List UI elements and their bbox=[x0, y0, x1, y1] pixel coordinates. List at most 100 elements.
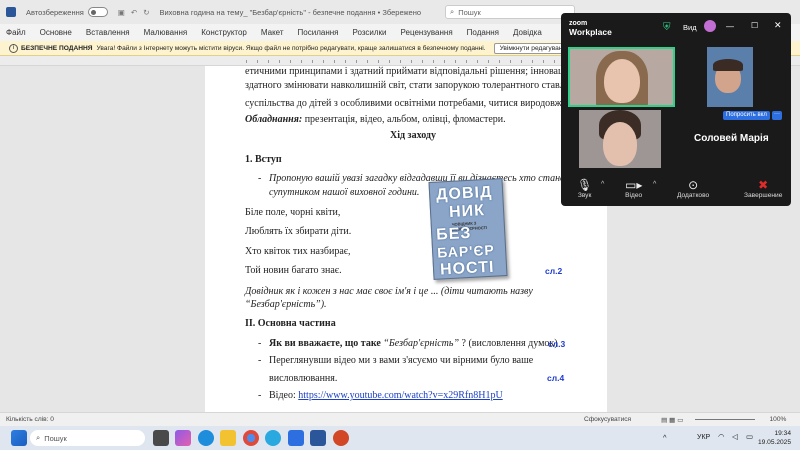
word-search-input[interactable]: ⌕ Пошук bbox=[445, 5, 575, 19]
video-tile-active[interactable] bbox=[568, 47, 675, 107]
edge-icon[interactable] bbox=[198, 430, 214, 446]
video-button[interactable]: ▭▸ Відео bbox=[625, 178, 642, 199]
taskbar: ⌕ Пошук ^ УКР ◠ ◁ ▭ 19:34 19.05.2025 bbox=[0, 426, 800, 450]
question-1-italic: “Безбар'єрність” bbox=[383, 338, 460, 349]
participant-name: Соловей Марія bbox=[694, 133, 769, 144]
video-line: Відео: https://www.youtube.com/watch?v=x… bbox=[269, 390, 503, 401]
slide-ref-4: сл.4 bbox=[547, 373, 565, 383]
telegram-icon[interactable] bbox=[265, 430, 281, 446]
riddle-intro-1: Пропоную вашій увазі загадку відгадавши … bbox=[269, 173, 565, 184]
question-1-rest: ? (висловлення думок) bbox=[461, 338, 558, 349]
wifi-icon[interactable]: ◠ bbox=[718, 432, 725, 441]
audio-button[interactable]: 🎙 Звук bbox=[577, 178, 592, 199]
bullet-dash: - bbox=[258, 390, 262, 401]
end-icon: ✖ bbox=[758, 178, 769, 192]
view-icon[interactable]: ▤ ▦ ▭ bbox=[661, 416, 683, 424]
taskbar-search-input[interactable]: ⌕ Пошук bbox=[30, 430, 145, 446]
zoom-taskbar-icon[interactable] bbox=[288, 430, 304, 446]
microphone-icon: 🎙 bbox=[577, 178, 593, 192]
menu-layout[interactable]: Макет bbox=[261, 28, 284, 37]
redo-icon[interactable]: ↻ bbox=[143, 8, 149, 17]
file-explorer-icon[interactable] bbox=[220, 430, 236, 446]
undo-icon[interactable]: ↶ bbox=[131, 8, 137, 17]
menu-design[interactable]: Конструктор bbox=[201, 28, 247, 37]
save-icon[interactable]: ▣ bbox=[118, 8, 125, 17]
protected-view-message: Увага! Файли з Інтернету можуть містити … bbox=[96, 44, 486, 52]
menu-draw[interactable]: Малювання bbox=[144, 28, 188, 37]
more-icon: ⊙ bbox=[688, 178, 699, 192]
document-page[interactable]: етичними принципами і здатний приймати в… bbox=[205, 66, 607, 412]
riddle-line-1: Біле поле, чорні квіти, bbox=[245, 207, 341, 218]
doc-line-3: суспільства до дітей з особливими освітн… bbox=[245, 98, 581, 109]
close-icon[interactable]: ✕ bbox=[774, 20, 782, 31]
riddle-intro-2: супутником нашої виховної години. bbox=[269, 187, 420, 198]
book-cover-image: ДОВІД НИК ЧОВІДНИК З БЕЗБАР'ЄРНОСТІ БЕЗ … bbox=[428, 178, 508, 280]
menu-help[interactable]: Довідка bbox=[513, 28, 542, 37]
book-title-line: НИК bbox=[448, 202, 486, 221]
slide-ref-3: сл.3 bbox=[548, 339, 566, 349]
menu-view[interactable]: Подання bbox=[467, 28, 499, 37]
chevron-up-icon[interactable]: ^ bbox=[653, 181, 656, 188]
menu-references[interactable]: Посилання bbox=[298, 28, 339, 37]
maximize-icon[interactable]: ☐ bbox=[751, 21, 758, 30]
powerpoint-taskbar-icon[interactable] bbox=[333, 430, 349, 446]
menu-insert[interactable]: Вставлення bbox=[86, 28, 130, 37]
search-placeholder: Пошук bbox=[458, 7, 481, 17]
section-main: II. Основна частина bbox=[245, 318, 336, 329]
question-2-line-2: висловлювання. bbox=[269, 373, 338, 384]
battery-icon[interactable]: ▭ bbox=[746, 432, 753, 441]
menu-file[interactable]: Файл bbox=[6, 28, 26, 37]
video-tile[interactable] bbox=[579, 110, 661, 168]
section-intro: 1. Вступ bbox=[245, 154, 282, 165]
autosave-label: Автозбереження bbox=[26, 7, 84, 17]
minimize-icon[interactable]: — bbox=[726, 22, 734, 31]
word-taskbar-icon[interactable] bbox=[310, 430, 326, 446]
equipment-text: презентація, відео, альбом, олівці, флом… bbox=[304, 114, 506, 125]
clock[interactable]: 19:34 19.05.2025 bbox=[758, 429, 791, 447]
riddle-line-4: Той новин багато знає. bbox=[245, 265, 342, 276]
right-margin-area bbox=[607, 205, 800, 412]
chevron-up-icon[interactable]: ^ bbox=[663, 433, 667, 442]
chrome-icon[interactable] bbox=[243, 430, 259, 446]
avatar[interactable] bbox=[704, 20, 716, 32]
chevron-up-icon[interactable]: ^ bbox=[601, 181, 604, 188]
task-view-icon[interactable] bbox=[153, 430, 169, 446]
more-button[interactable]: ⊙ Додатково bbox=[677, 178, 709, 199]
end-label: Завершение bbox=[744, 192, 783, 199]
search-icon: ⌕ bbox=[450, 7, 455, 16]
info-icon: i bbox=[9, 43, 18, 53]
word-app-icon bbox=[6, 7, 16, 17]
bullet-dash: - bbox=[258, 173, 262, 184]
windows-start-icon[interactable] bbox=[11, 430, 27, 446]
clock-time: 19:34 bbox=[774, 430, 792, 437]
left-margin-area bbox=[0, 66, 205, 412]
audio-label: Звук bbox=[577, 192, 592, 199]
language-indicator[interactable]: УКР bbox=[697, 434, 710, 441]
book-title-line: БАР'ЄР bbox=[436, 241, 496, 261]
volume-icon[interactable]: ◁ bbox=[732, 432, 738, 441]
copilot-icon[interactable] bbox=[175, 430, 191, 446]
search-icon: ⌕ bbox=[36, 433, 41, 442]
zoom-slider[interactable] bbox=[695, 419, 756, 420]
doc-line-1: етичними принципами і здатний приймати в… bbox=[245, 66, 577, 77]
menu-review[interactable]: Рецензування bbox=[401, 28, 453, 37]
video-tile[interactable] bbox=[707, 47, 753, 107]
autosave-toggle[interactable] bbox=[87, 7, 108, 17]
end-button[interactable]: ✖ Завершение bbox=[744, 178, 782, 199]
video-link[interactable]: https://www.youtube.com/watch?v=x29Rfn8H… bbox=[298, 390, 502, 401]
question-2-line-1: Переглянувши відео ми з вами з'ясуємо чи… bbox=[269, 355, 534, 366]
more-options-icon[interactable]: ··· bbox=[772, 111, 782, 120]
view-menu[interactable]: Вид bbox=[683, 23, 697, 32]
ask-to-unmute-button[interactable]: Попросить вкл bbox=[723, 111, 770, 120]
book-title-line: БЕЗ bbox=[435, 224, 472, 244]
menu-mailings[interactable]: Розсилки bbox=[352, 28, 386, 37]
shield-icon[interactable]: ⛨ bbox=[663, 22, 671, 33]
word-count: Кількість слів: 0 bbox=[6, 416, 54, 423]
menu-home[interactable]: Основне bbox=[40, 28, 72, 37]
question-1-bold: Як ви вважаєте, що таке bbox=[269, 338, 381, 349]
doc-line-2: здатного змінювати навколишній світ, ста… bbox=[245, 80, 575, 91]
zoom-level: 100% bbox=[769, 416, 787, 423]
focus-mode-button[interactable]: Сфокусуватися bbox=[584, 416, 631, 423]
question-1: Як ви вважаєте, що таке “Безбар'єрність”… bbox=[269, 338, 558, 349]
video-label: Відео bbox=[625, 192, 643, 199]
